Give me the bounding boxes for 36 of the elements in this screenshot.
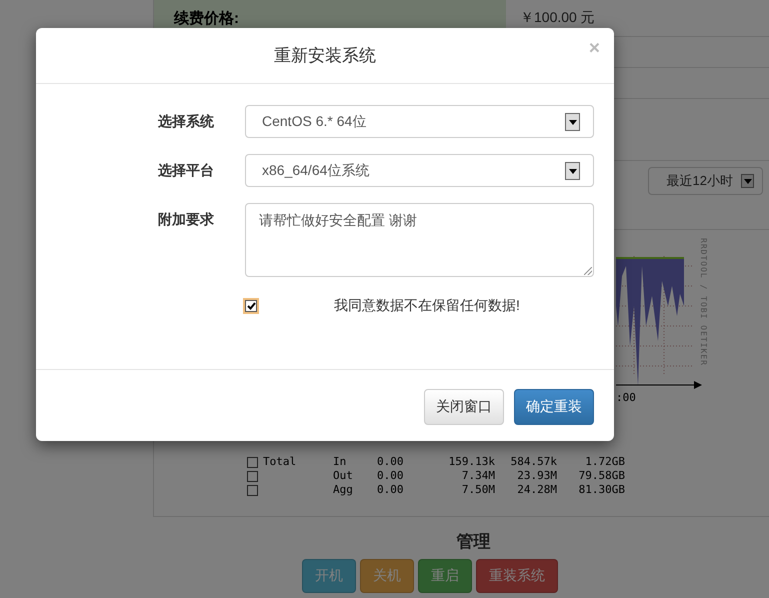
traffic-value: 79.58GB — [578, 469, 625, 483]
traffic-value: 0.00 — [377, 469, 404, 483]
checkbox[interactable] — [247, 457, 258, 468]
field-label: 附加要求 — [157, 210, 214, 229]
select-field[interactable]: x86_64/64位系统 — [245, 154, 594, 187]
agree-label: 我同意数据不在保留任何数据! — [334, 297, 520, 315]
row-label: Total — [263, 455, 298, 469]
axis-label: :00 — [616, 391, 636, 404]
close-window-button[interactable]: 关闭窗口 — [424, 389, 504, 425]
time-range-select[interactable]: 最近12小时 — [648, 167, 763, 195]
manage-heading: 管理 — [456, 531, 490, 553]
traffic-value: 159.13k — [448, 455, 495, 469]
resize-handle-icon[interactable] — [584, 267, 592, 275]
renewal-value: ￥100.00 元 — [519, 8, 595, 27]
text-area[interactable]: 请帮忙做好安全配置 谢谢 — [245, 203, 594, 277]
traffic-value: 24.28M — [516, 483, 557, 497]
traffic-value: 0.00 — [377, 455, 404, 469]
select-field[interactable]: CentOS 6.* 64位 — [245, 105, 594, 138]
traffic-value: 1.72GB — [584, 455, 625, 469]
direction-label: Agg — [333, 483, 354, 497]
dialog-title: 重新安装系统 — [274, 45, 376, 67]
traffic-value: 81.30GB — [578, 483, 625, 497]
agree-checkbox[interactable] — [245, 300, 257, 312]
action-button[interactable]: 重装系统 — [476, 559, 558, 593]
traffic-value: 7.50M — [460, 483, 495, 497]
traffic-value: 584.57k — [510, 455, 557, 469]
field-label: 选择平台 — [157, 161, 214, 180]
checkbox[interactable] — [247, 485, 258, 496]
checkbox[interactable] — [247, 471, 258, 482]
direction-label: Out — [333, 469, 354, 483]
traffic-value: 23.93M — [516, 469, 557, 483]
direction-label: In — [333, 455, 348, 469]
traffic-value: 0.00 — [377, 483, 404, 497]
traffic-value: 7.34M — [460, 469, 495, 483]
field-label: 选择系统 — [157, 112, 214, 131]
confirm-button[interactable]: 确定重装 — [514, 389, 594, 425]
